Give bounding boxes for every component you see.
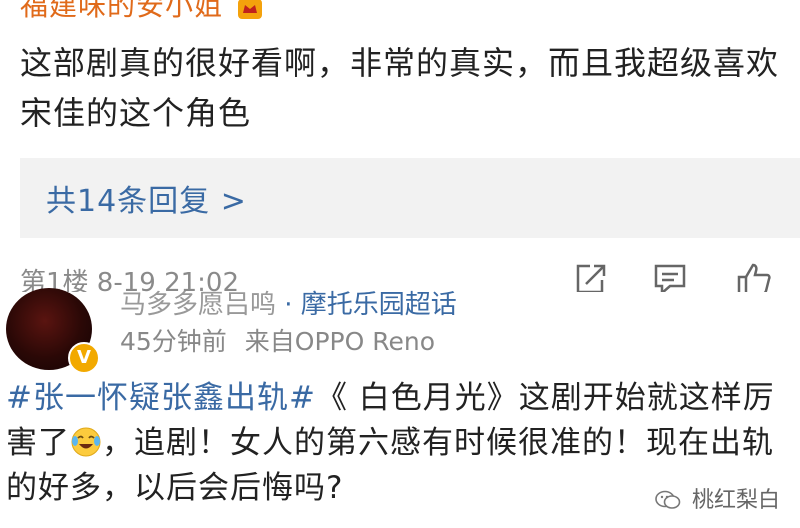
post-author-name: 马多多愿吕鸣: [120, 290, 277, 320]
laughing-tears-emoji-icon: [70, 426, 102, 458]
supertopic-link[interactable]: · 摩托乐园超话: [284, 290, 457, 320]
watermark-text: 桃红梨白: [691, 488, 780, 513]
reply-icon[interactable]: [652, 262, 688, 296]
post-author-cut[interactable]: 马多多愿吕鸣 · 摩托乐园超话: [120, 284, 457, 321]
post-time-source: 45分钟前 来自OPPO Reno: [120, 322, 435, 358]
post-source: 来自OPPO Reno: [244, 327, 435, 356]
verified-badge: V: [68, 342, 100, 374]
vip-crown-icon: [237, 0, 263, 19]
replies-box: 共14条回复 >: [20, 158, 800, 238]
post-time: 45分钟前: [120, 327, 227, 356]
author-name-text: 福建味的安小姐: [20, 0, 224, 22]
hashtag-link[interactable]: #张一怀疑张鑫出轨#: [6, 380, 316, 416]
post-card: 马多多愿吕鸣 · 摩托乐园超话 V 45分钟前 来自OPPO Reno #张一怀…: [0, 288, 800, 528]
like-icon[interactable]: [736, 262, 772, 296]
comment-author-name[interactable]: 福建味的安小姐: [20, 0, 263, 24]
view-replies-link[interactable]: 共14条回复 >: [46, 176, 247, 220]
wechat-icon: [655, 490, 681, 510]
share-icon[interactable]: [572, 262, 608, 296]
watermark: 桃红梨白: [655, 482, 780, 514]
comment-text: 这部剧真的很好看啊，非常的真实，而且我超级喜欢宋佳的这个角色: [20, 44, 780, 132]
